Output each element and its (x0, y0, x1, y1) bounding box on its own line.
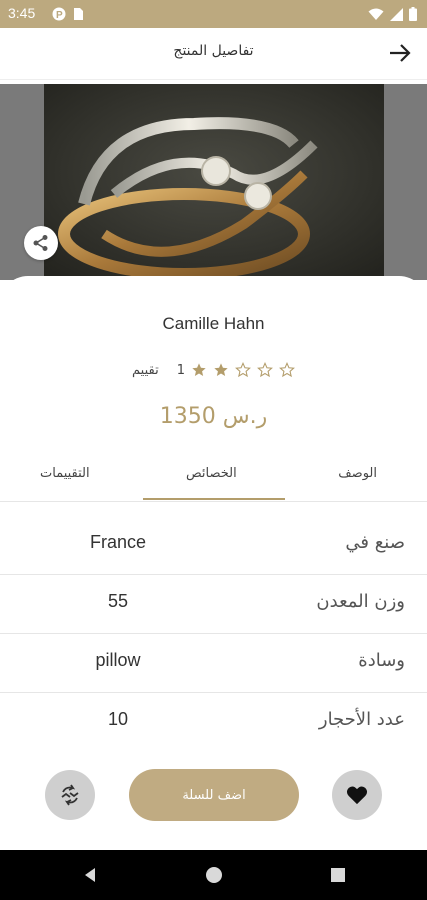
product-image (44, 84, 384, 280)
star-filled-icon (192, 363, 206, 376)
star-outline-icon (257, 362, 273, 378)
tab-reviews[interactable]: التقييمات (40, 466, 90, 481)
battery-icon (409, 7, 417, 21)
status-bar: 3:45 P (0, 0, 427, 28)
sim-icon (74, 8, 83, 20)
system-nav-bar (0, 850, 427, 900)
share-button[interactable] (24, 226, 58, 260)
home-icon[interactable] (204, 865, 224, 885)
product-details-screen: 3:45 P تفاصيل المنتج Camille Hahn تقييم … (0, 0, 427, 900)
attribute-label: صنع في (345, 532, 405, 553)
attribute-row: وزن المعدن 55 (0, 575, 427, 634)
recents-icon[interactable] (328, 865, 348, 885)
attribute-row: صنع في France (0, 516, 427, 575)
attribute-row: عدد الأحجار 10 (0, 693, 427, 752)
share-icon (33, 235, 48, 251)
attribute-value: France (89, 532, 147, 552)
page-title: تفاصيل المنتج (173, 43, 254, 59)
rating-count: 1 (176, 362, 185, 378)
attribute-row: وسادة pillow (0, 634, 427, 693)
attribute-label: وزن المعدن (316, 591, 405, 612)
star-outline-icon (279, 362, 295, 378)
product-name: Camille Hahn (162, 314, 265, 333)
tab-description[interactable]: الوصف (338, 466, 377, 481)
back-icon[interactable] (80, 865, 100, 885)
wifi-icon (368, 8, 384, 20)
compare-button[interactable] (45, 770, 95, 820)
tab-bar: الوصف الخصائص التقييمات (0, 454, 427, 502)
rating-row: تقييم 1 (0, 362, 427, 378)
star-outline-icon (235, 362, 251, 378)
add-to-cart-button[interactable]: اضف للسلة (129, 769, 299, 821)
rating-label: تقييم (132, 362, 159, 378)
active-tab-indicator (143, 498, 285, 500)
attribute-value: pillow (95, 650, 141, 670)
heart-icon (346, 786, 368, 805)
p-icon: P (52, 7, 66, 21)
attribute-list: صنع في France وزن المعدن 55 وسادة pillow… (0, 516, 427, 752)
ring-photo (44, 84, 384, 280)
svg-text:P: P (56, 10, 63, 21)
attribute-value: 55 (107, 591, 129, 611)
signal-icon (390, 7, 403, 21)
arrow-right-icon[interactable] (387, 40, 413, 66)
status-icons-right (368, 7, 417, 21)
star-filled-icon (214, 363, 228, 376)
favorite-button[interactable] (332, 770, 382, 820)
compare-icon (61, 784, 79, 806)
status-time: 3:45 (8, 5, 36, 21)
product-price: 1350 ر.س (159, 404, 268, 429)
attribute-value: 10 (107, 709, 129, 729)
action-bar: اضف للسلة (0, 768, 427, 828)
status-icons-left: P (52, 7, 84, 21)
attribute-label: عدد الأحجار (318, 709, 405, 730)
image-gallery[interactable] (0, 84, 427, 280)
product-details-sheet: Camille Hahn تقييم 1 1350 ر.س الوصف الخص… (0, 276, 427, 850)
tab-features[interactable]: الخصائص (186, 466, 237, 481)
app-bar: تفاصيل المنتج (0, 28, 427, 80)
attribute-label: وسادة (358, 650, 405, 671)
